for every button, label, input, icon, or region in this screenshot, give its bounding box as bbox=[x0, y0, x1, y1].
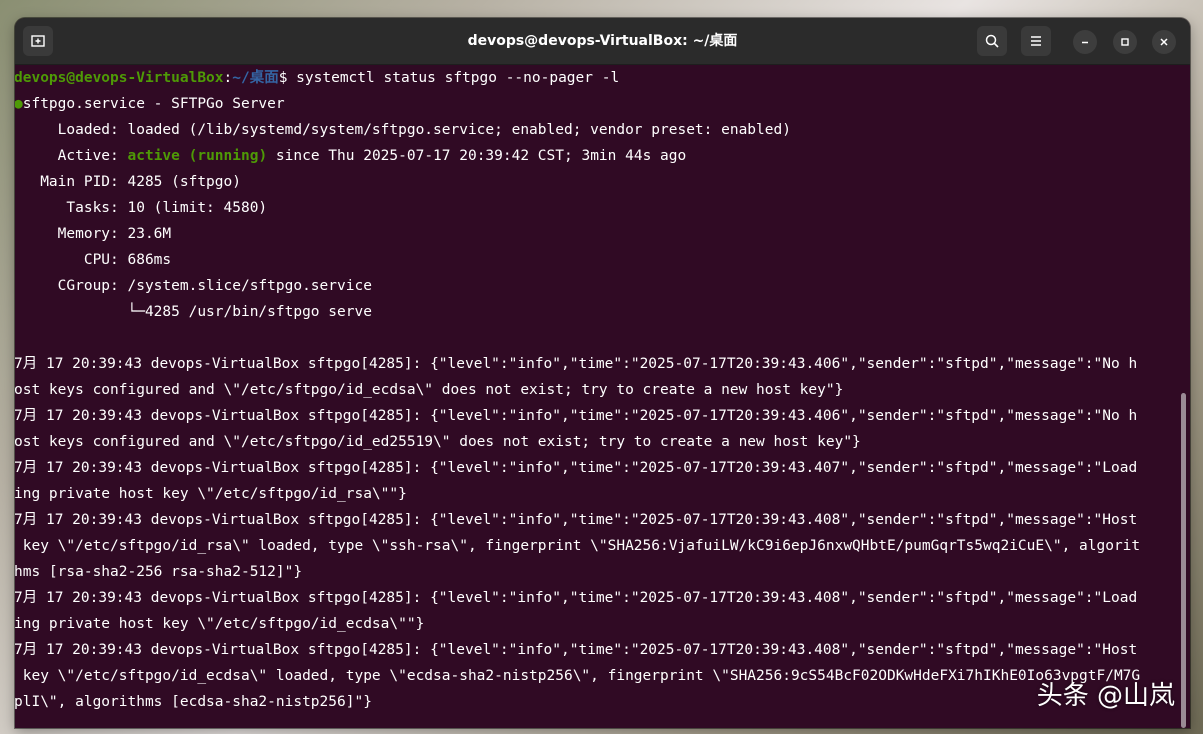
status-memory: Memory: 23.6M bbox=[15, 226, 172, 242]
log-line: ing private host key \"/etc/sftpgo/id_ec… bbox=[15, 616, 425, 632]
log-line: plI\", algorithms [ecdsa-sha2-nistp256]"… bbox=[15, 694, 372, 710]
status-active-label: Active: bbox=[15, 148, 128, 164]
hamburger-menu-icon bbox=[1031, 36, 1041, 46]
maximize-icon bbox=[1121, 38, 1129, 46]
log-line: 7月 17 20:39:43 devops-VirtualBox sftpgo[… bbox=[15, 356, 1138, 372]
status-active-since: since Thu 2025-07-17 20:39:42 CST; 3min … bbox=[267, 148, 687, 164]
log-line: key \"/etc/sftpgo/id_rsa\" loaded, type … bbox=[15, 538, 1141, 554]
log-line: ost keys configured and \"/etc/sftpgo/id… bbox=[15, 434, 861, 450]
log-line: hms [rsa-sha2-256 rsa-sha2-512]"} bbox=[15, 564, 303, 580]
search-icon bbox=[985, 34, 999, 48]
prompt-separator: : bbox=[223, 70, 233, 86]
log-line: ost keys configured and \"/etc/sftpgo/id… bbox=[15, 382, 844, 398]
log-line: 7月 17 20:39:43 devops-VirtualBox sftpgo[… bbox=[15, 642, 1138, 658]
terminal-output[interactable]: devops@devops-VirtualBox:~/桌面$ systemctl… bbox=[15, 65, 1190, 728]
status-tasks: Tasks: 10 (limit: 4580) bbox=[15, 200, 268, 216]
window-title: devops@devops-VirtualBox: ~/桌面 bbox=[467, 33, 738, 49]
status-header-line: ●sftpgo.service - SFTPGo Server bbox=[15, 91, 1140, 117]
prompt-user-host: devops@devops-VirtualBox bbox=[15, 70, 224, 86]
title-bar[interactable]: devops@devops-VirtualBox: ~/桌面 bbox=[15, 18, 1190, 65]
log-line: key \"/etc/sftpgo/id_ecdsa\" loaded, typ… bbox=[15, 668, 1141, 684]
log-line: ing private host key \"/etc/sftpgo/id_rs… bbox=[15, 486, 407, 502]
status-active-line: Active: active (running) since Thu 2025-… bbox=[15, 143, 1140, 169]
status-header: sftpgo.service - SFTPGo Server bbox=[22, 96, 285, 112]
log-line: 7月 17 20:39:43 devops-VirtualBox sftpgo[… bbox=[15, 460, 1138, 476]
status-cgroup-child: └─4285 /usr/bin/sftpgo serve bbox=[15, 304, 372, 320]
status-loaded: Loaded: loaded (/lib/systemd/system/sftp… bbox=[15, 122, 791, 138]
terminal-window: devops@devops-VirtualBox: ~/桌面 devops@de… bbox=[15, 18, 1190, 728]
status-dot-icon: ● bbox=[15, 96, 23, 112]
prompt-path: ~/桌面 bbox=[232, 70, 279, 86]
search-button[interactable] bbox=[977, 26, 1007, 56]
terminal-scrollbar[interactable] bbox=[1181, 393, 1186, 728]
minimize-icon bbox=[1082, 41, 1088, 44]
close-icon bbox=[1160, 38, 1168, 46]
status-main-pid: Main PID: 4285 (sftpgo) bbox=[15, 174, 241, 190]
log-line: 7月 17 20:39:43 devops-VirtualBox sftpgo[… bbox=[15, 512, 1138, 528]
log-line: 7月 17 20:39:43 devops-VirtualBox sftpgo[… bbox=[15, 590, 1138, 606]
log-line: 7月 17 20:39:43 devops-VirtualBox sftpgo[… bbox=[15, 408, 1138, 424]
menu-button[interactable] bbox=[1021, 26, 1051, 56]
watermark: 头条 @山岚 bbox=[1036, 681, 1175, 711]
status-active-state: active (running) bbox=[127, 148, 268, 164]
status-cgroup: CGroup: /system.slice/sftpgo.service bbox=[15, 278, 372, 294]
status-cpu: CPU: 686ms bbox=[15, 252, 172, 268]
maximize-button[interactable] bbox=[1113, 30, 1137, 54]
prompt-command: systemctl status sftpgo --no-pager -l bbox=[287, 70, 620, 86]
prompt-line: devops@devops-VirtualBox:~/桌面$ systemctl… bbox=[15, 65, 1140, 91]
close-button[interactable] bbox=[1152, 30, 1176, 54]
minimize-button[interactable] bbox=[1073, 30, 1097, 54]
